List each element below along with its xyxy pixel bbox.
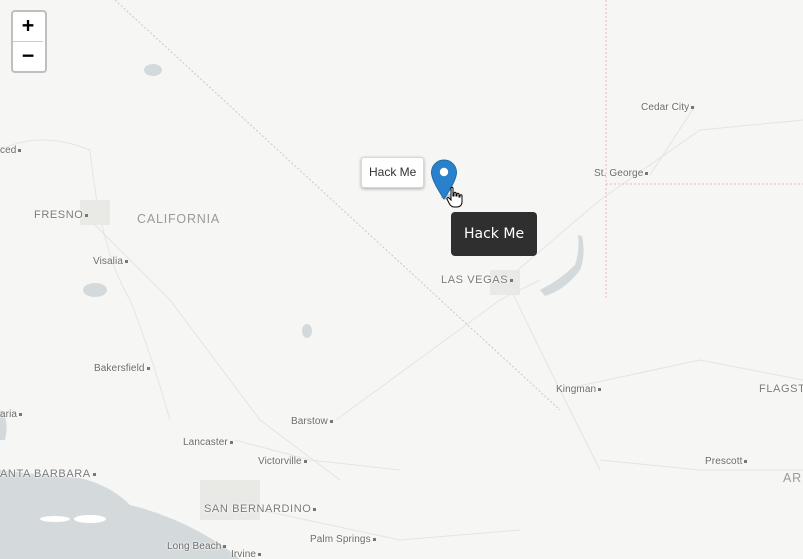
- city-label-lancaster: Lancaster: [183, 437, 235, 448]
- zoom-control: + −: [11, 10, 47, 73]
- city-label-fresno: FRESNO: [34, 209, 90, 221]
- city-label-victorville: Victorville: [258, 456, 309, 467]
- state-label-california: CALIFORNIA: [137, 212, 221, 226]
- hand-cursor-icon: [446, 186, 463, 208]
- lake: [83, 283, 107, 297]
- lake: [144, 64, 162, 76]
- city-label-st-george: St. George: [594, 168, 650, 179]
- state-label-arizona: AR: [783, 471, 802, 485]
- city-label-flagstaff: FLAGST: [759, 383, 803, 395]
- city-label-visalia: Visalia: [93, 256, 130, 267]
- marker-tooltip: Hack Me: [451, 212, 538, 256]
- city-label-long-beach: Long Beach: [167, 541, 228, 552]
- land: [0, 0, 803, 559]
- city-label-santa-maria: aria: [0, 409, 24, 420]
- lake: [302, 324, 312, 338]
- city-label-las-vegas: LAS VEGAS: [441, 274, 515, 286]
- zoom-out-button[interactable]: −: [13, 41, 43, 71]
- city-label-irvine: Irvine: [231, 549, 263, 559]
- marker-popup-label[interactable]: Hack Me: [361, 157, 425, 188]
- city-label-san-bernardino: SAN BERNARDINO: [204, 503, 318, 515]
- city-label-barstow: Barstow: [291, 416, 335, 427]
- city-label-bakersfield: Bakersfield: [94, 363, 152, 374]
- city-label-merced: ced: [0, 145, 23, 156]
- city-label-kingman: Kingman: [556, 384, 603, 395]
- marker-hole: [439, 167, 449, 177]
- map-canvas[interactable]: + − CALIFORNIA FRESNO Visalia Bakersfiel…: [0, 0, 803, 559]
- city-label-cedar-city: Cedar City: [641, 102, 696, 113]
- zoom-in-button[interactable]: +: [13, 12, 43, 41]
- basemap: [0, 0, 803, 559]
- city-label-palm-springs: Palm Springs: [310, 534, 378, 545]
- city-label-prescott: Prescott: [705, 456, 749, 467]
- city-label-santa-barbara: ANTA BARBARA: [0, 468, 98, 480]
